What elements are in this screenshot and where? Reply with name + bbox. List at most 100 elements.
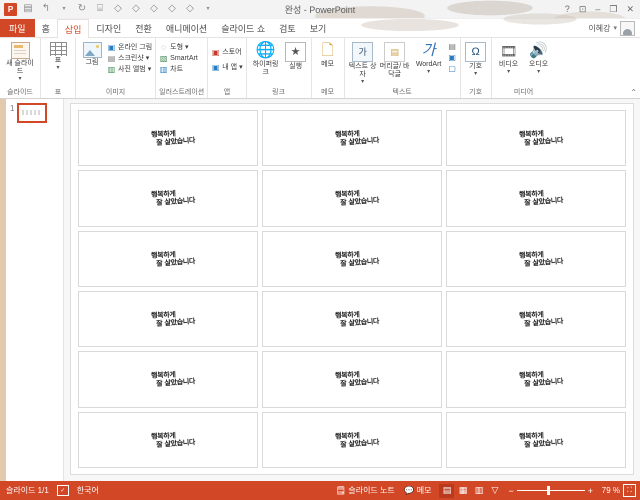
chevron-down-icon[interactable]: ▾ [185,43,189,53]
redo-icon[interactable]: ↻ [75,2,89,16]
tab-home[interactable]: 홈 [35,19,57,37]
hyperlink-button[interactable]: 🌐 하이퍼링크 [250,41,282,77]
comments-button[interactable]: 💬 메모 [403,485,434,496]
zoom-out-button[interactable]: − [508,486,513,496]
avatar[interactable] [620,20,635,36]
minimize-button[interactable]: – [595,4,600,14]
chart-button[interactable]: ▥ 차트 [159,65,198,75]
view-slideshow[interactable]: ▽ [487,484,502,498]
label-card[interactable]: 행복하게 잘 살았습니다 [446,411,626,468]
view-slide-sorter[interactable]: ▦ [455,484,470,498]
label-card[interactable]: 행복하게 잘 살았습니다 [446,110,626,167]
label-card[interactable]: 행복하게 잘 살았습니다 [262,411,442,468]
photo-album-button[interactable]: ▥ 사진 앨범 ▾ [107,65,152,75]
chevron-down-icon[interactable]: ▾ [18,76,21,82]
help-icon[interactable]: ? [565,4,570,14]
label-card[interactable]: 행복하게 잘 살았습니다 [78,351,258,408]
action-button[interactable]: ★ 실행 [284,41,308,71]
slide-editing-surface[interactable]: 행복하게 잘 살았습니다 행복하게 잘 살았습니다 행복하게 잘 살았습니다 행복하게 잘 살… [70,103,634,475]
tab-file[interactable]: 파일 [0,19,35,37]
collapse-ribbon-icon[interactable]: ⌃ [630,88,637,97]
label-card[interactable]: 행복하게 잘 살았습니다 [446,351,626,408]
chevron-down-icon[interactable]: ▾ [474,71,477,77]
chevron-down-icon[interactable]: ▾ [239,63,243,73]
label-card[interactable]: 행복하게 잘 살았습니다 [78,170,258,227]
smartart-button[interactable]: ▧ SmartArt [159,54,198,64]
label-card[interactable]: 행복하게 잘 살았습니다 [446,230,626,287]
chevron-down-icon[interactable]: ▾ [148,65,152,75]
shapes-button[interactable]: ◌ 도형 ▾ [159,43,198,53]
chevron-down-icon[interactable]: ▾ [613,24,617,32]
chevron-down-icon[interactable]: ▾ [361,79,364,85]
undo-icon[interactable]: ↰ [39,2,53,16]
text-box-button[interactable]: 가 텍스트 상자 ▾ [348,41,378,85]
spellcheck-icon[interactable]: ✓ [56,485,69,496]
chevron-down-icon[interactable]: ▾ [146,54,150,64]
date-time-icon[interactable]: ▤ [448,42,457,51]
tab-view[interactable]: 보기 [303,19,334,37]
store-button[interactable]: ▣ 스토어 [211,48,242,58]
label-card[interactable]: 행복하게 잘 살았습니다 [78,230,258,287]
tab-slideshow[interactable]: 슬라이드 쇼 [214,19,272,37]
tab-insert[interactable]: 삽입 [56,19,90,38]
screenshot-button[interactable]: ▤ 스크린샷 ▾ [107,54,152,64]
zoom-level-label[interactable]: 79 % [596,486,620,495]
account-area[interactable]: 이혜강 ▾ [588,19,640,37]
view-normal[interactable]: ▤ [439,483,455,498]
label-card[interactable]: 행복하게 잘 살았습니다 [446,290,626,348]
ribbon-display-options-icon[interactable]: ⊡ [579,4,587,14]
online-picture-button[interactable]: ▣ 온라인 그림 [107,43,152,53]
tab-design[interactable]: 디자인 [89,19,128,37]
slide-thumbnail-panel[interactable]: 1 [6,99,64,481]
new-slide-button[interactable]: 새 슬라이드 ▾ [3,41,37,82]
label-card[interactable]: 행복하게 잘 살았습니다 [262,170,442,227]
zoom-slider-thumb[interactable] [546,486,550,495]
zoom-in-button[interactable]: + [588,486,593,496]
chevron-down-icon[interactable]: ▾ [427,69,430,75]
label-card[interactable]: 행복하게 잘 살았습니다 [262,110,442,167]
symbol-button[interactable]: Ω 기호 ▾ [464,41,488,77]
customize-qat-icon[interactable]: ▾ [201,2,215,16]
slide-number-icon[interactable]: ▣ [448,53,457,62]
chevron-down-icon[interactable]: ▾ [537,69,540,75]
chevron-down-icon[interactable]: ▾ [507,69,510,75]
group-label-slides: 슬라이드 [7,89,33,96]
label-card[interactable]: 행복하게 잘 살았습니다 [262,351,442,408]
wordart-button[interactable]: 가 WordArt ▾ [412,41,446,75]
ribbon-group-images: 그림 ▣ 온라인 그림 ▤ 스크린샷 ▾ ▥ 사진 앨범 ▾ 이미지 [76,38,157,98]
powerpoint-logo-icon[interactable]: P [4,2,17,16]
save-icon[interactable]: ▤ [21,2,35,16]
label-card[interactable]: 행복하게 잘 살았습니다 [262,290,442,348]
object-icon[interactable]: ▢ [448,64,457,73]
fit-to-window-icon[interactable]: ⛶ [623,484,636,497]
undo-dropdown-icon[interactable]: ▾ [57,2,71,16]
label-card[interactable]: 행복하게 잘 살았습니다 [262,230,442,287]
tab-review[interactable]: 검토 [272,19,303,37]
my-apps-button[interactable]: ▣ 내 앱 ▾ [211,63,243,73]
audio-button[interactable]: 🔊 오디오 ▾ [525,41,553,75]
table-button[interactable]: 표 ▾ [44,41,72,71]
notes-button[interactable]: 🗒 슬라이드 노트 [334,485,396,496]
label-card[interactable]: 행복하게 잘 살았습니다 [446,170,626,227]
view-reading[interactable]: ▥ [471,484,486,498]
language-label[interactable]: 한국어 [75,485,101,496]
tab-transitions[interactable]: 전환 [128,19,159,37]
picture-button[interactable]: 그림 [79,41,105,67]
ribbon-group-links: 🌐 하이퍼링크 ★ 실행 링크 [247,38,312,98]
zoom-slider[interactable] [516,486,585,495]
tab-animations[interactable]: 애니메이션 [159,19,214,37]
start-slideshow-icon[interactable]: ⌸ [93,2,107,16]
handwriting-text: 행복하게 잘 살았습니다 [516,250,563,268]
handwriting-text: 행복하게 잘 살았습니다 [148,189,195,207]
comment-button[interactable]: 🗋 메모 [315,41,341,69]
chevron-down-icon[interactable]: ▾ [56,65,59,71]
slide-thumbnail-1[interactable] [17,103,48,123]
label-card[interactable]: 행복하게 잘 살았습니다 [78,290,258,348]
video-button[interactable]: 🎞 비디오 ▾ [495,41,523,75]
label-card[interactable]: 행복하게 잘 살았습니다 [78,411,258,468]
slide-count[interactable]: 슬라이드 1/1 [4,485,51,496]
restore-button[interactable]: ❐ [609,4,617,14]
close-button[interactable]: ✕ [626,4,634,14]
header-footer-button[interactable]: ▤ 머리글/ 바닥글 [380,41,410,79]
label-card[interactable]: 행복하게 잘 살았습니다 [78,110,258,167]
